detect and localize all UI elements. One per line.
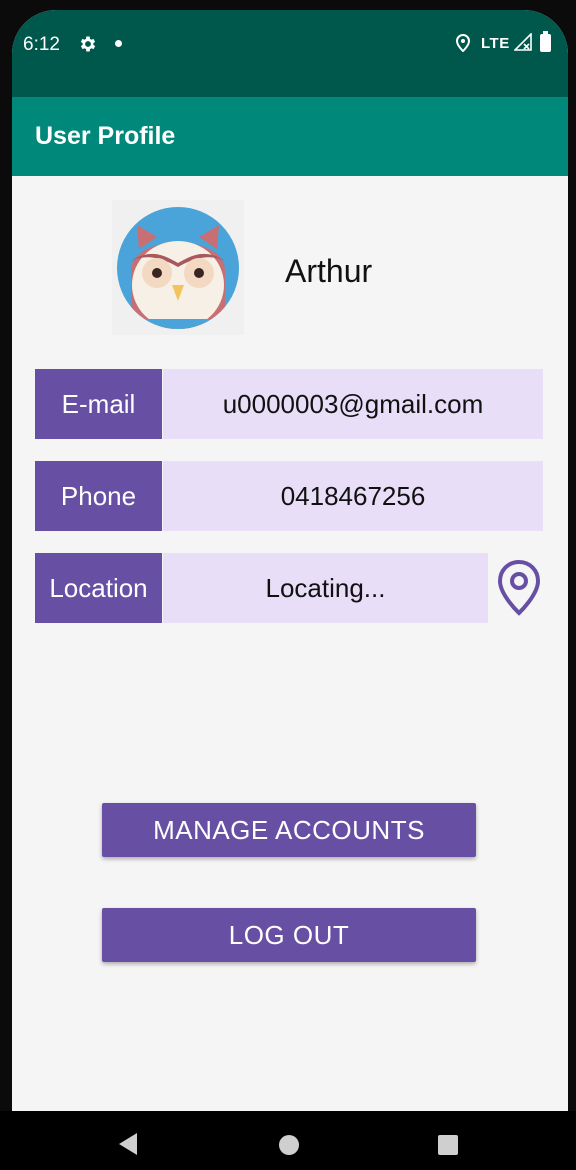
screen: 6:12 LTE User Profile Arthur E-mail u000…	[12, 10, 568, 1170]
map-pin-icon[interactable]	[496, 559, 542, 622]
gear-icon	[78, 34, 98, 59]
avatar[interactable]	[112, 200, 244, 335]
manage-accounts-button[interactable]: MANAGE ACCOUNTS	[102, 803, 476, 857]
network-type: LTE	[481, 35, 510, 52]
recents-icon[interactable]	[438, 1135, 458, 1155]
user-name: Arthur	[285, 253, 373, 289]
device-frame: 6:12 LTE User Profile Arthur E-mail u000…	[0, 0, 576, 1170]
home-icon[interactable]	[279, 1135, 299, 1155]
app-bar: User Profile	[12, 97, 568, 176]
location-icon	[455, 33, 471, 57]
owl-avatar-icon	[117, 207, 239, 329]
location-value[interactable]: Locating...	[163, 553, 488, 623]
location-label: Location	[35, 553, 162, 623]
email-value[interactable]: u0000003@gmail.com	[163, 369, 543, 439]
log-out-button[interactable]: LOG OUT	[102, 908, 476, 962]
page-title: User Profile	[35, 122, 176, 150]
phone-label: Phone	[35, 461, 162, 531]
battery-icon	[540, 31, 551, 52]
back-icon[interactable]	[117, 1131, 139, 1162]
phone-value[interactable]: 0418467256	[163, 461, 543, 531]
status-bar: 6:12 LTE	[12, 10, 568, 97]
signal-icon	[513, 32, 532, 56]
email-label: E-mail	[35, 369, 162, 439]
status-time: 6:12	[23, 34, 60, 55]
notification-dot-icon	[115, 40, 122, 47]
